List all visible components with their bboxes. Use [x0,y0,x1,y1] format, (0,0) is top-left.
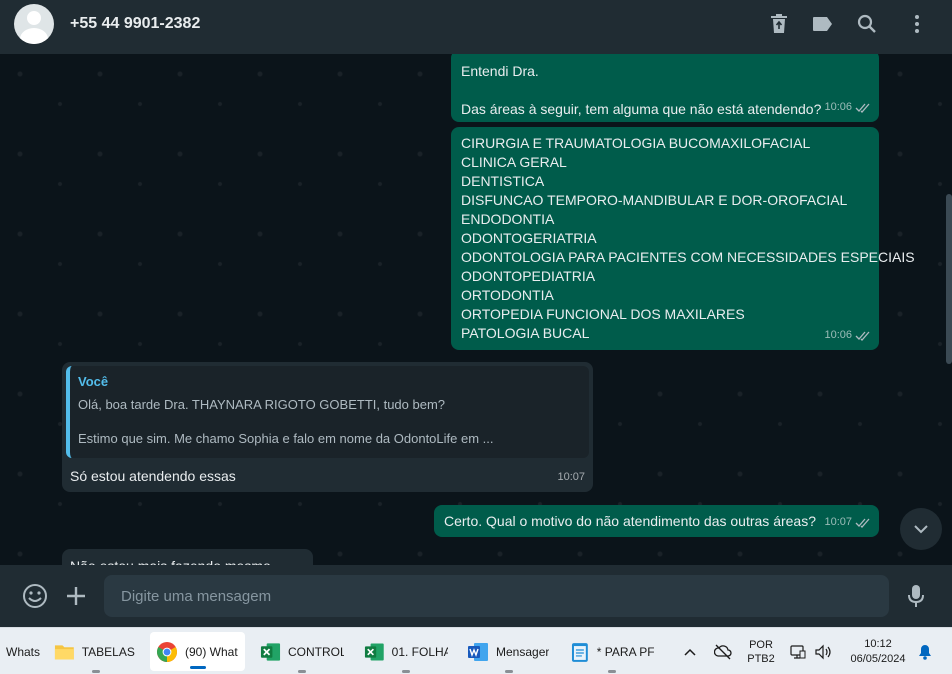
excel-icon [260,642,281,661]
trash-icon[interactable] [767,12,791,36]
taskbar-item-label: * PARA PF [596,644,654,659]
message-bubble-outgoing[interactable]: CIRURGIA E TRAUMATOLOGIA BUCOMAXILOFACIA… [451,127,915,350]
taskbar-item-label: TABELAS / [81,644,138,659]
taskbar-item-label: CONTROL [288,644,344,659]
quote-author: Você [78,374,109,389]
emoji-icon[interactable] [22,583,48,609]
label-icon[interactable] [811,12,835,36]
language-indicator[interactable]: POR PTB2 [745,638,777,666]
chat-area[interactable]: Entendi Dra. Das áreas à seguir, tem alg… [0,54,952,565]
message-meta: 10:06 [824,326,871,345]
message-line: ENDODONTIA [461,211,555,227]
message-line: ODONTOLOGIA PARA PACIENTES COM NECESSIDA… [461,249,915,265]
message-line: ORTODONTIA [461,287,554,303]
quote-text: Estimo que sim. Me chamo Sophia e falo e… [78,431,494,446]
taskbar-item-word[interactable]: Mensager [461,628,557,674]
message-text: Não estou mais fazendo mesmo [70,557,305,565]
system-clock[interactable]: 10:12 06/05/2024 [845,637,911,667]
scroll-down-button[interactable] [900,508,942,550]
chrome-icon [157,641,177,662]
taskbar-item-whatsapp[interactable]: Whats [0,628,48,674]
notification-bell-icon[interactable] [914,628,936,674]
chevron-up-icon[interactable] [680,628,700,674]
display-icon[interactable] [788,628,808,674]
taskbar-item-label: Whats [6,644,41,659]
message-input[interactable] [104,575,889,617]
message-line: DENTISTICA [461,173,545,189]
folder-icon [54,644,74,660]
double-check-icon [855,518,870,528]
network-offline-icon[interactable] [711,628,735,674]
chat-scrollbar[interactable] [946,194,952,364]
taskbar-item-chrome[interactable]: (90) What [150,632,245,671]
taskbar-item-label: Mensager [496,644,550,659]
chat-header: +55 44 9901-2382 [0,0,952,54]
clock-date: 06/05/2024 [850,653,906,665]
message-meta: 10:07 [824,513,871,532]
message-meta: 10:06 [824,98,871,117]
plus-icon[interactable] [63,583,89,609]
search-icon[interactable] [855,12,879,36]
message-text: Certo. Qual o motivo do não atendimento … [444,513,816,529]
excel-icon [364,643,384,660]
message-bubble-incoming[interactable]: Você Olá, boa tarde Dra. THAYNARA RIGOTO… [62,362,593,492]
menu-dots-icon[interactable] [905,12,929,36]
message-composer [0,565,952,627]
volume-icon[interactable] [812,628,834,674]
message-time: 10:06 [824,101,852,113]
message-time: 10:07 [557,471,585,483]
message-meta: 10:07 [557,468,585,487]
message-bubble-outgoing[interactable]: Entendi Dra. Das áreas à seguir, tem alg… [451,54,879,122]
taskbar-item-tabelas[interactable]: TABELAS / [48,628,144,674]
quote-text: Olá, boa tarde Dra. THAYNARA RIGOTO GOBE… [78,397,446,412]
message-text [461,81,869,100]
message-bubble-incoming[interactable]: Não estou mais fazendo mesmo [62,549,313,565]
taskbar-item-label: (90) What [185,644,238,659]
windows-taskbar: Whats TABELAS / (90) What CONTROL 01. FO… [0,627,952,674]
double-check-icon [855,331,870,341]
message-line: ODONTOPEDIATRIA [461,268,596,284]
microphone-icon[interactable] [903,583,929,609]
message-bubble-outgoing[interactable]: Certo. Qual o motivo do não atendimento … [434,505,879,537]
double-check-icon [855,103,870,113]
keyboard-layout: PTB2 [747,653,775,665]
message-time: 10:07 [824,516,852,528]
message-time: 10:06 [824,329,852,341]
notepad-icon [571,642,588,662]
taskbar-item-notepad[interactable]: * PARA PF [564,628,660,674]
word-icon [468,642,488,661]
message-line: DISFUNCAO TEMPORO-MANDIBULAR E DOR-OROFA… [461,192,848,208]
taskbar-item-label: 01. FOLHA [391,644,448,659]
message-line: CIRURGIA E TRAUMATOLOGIA BUCOMAXILOFACIA… [461,135,811,151]
clock-time: 10:12 [864,638,892,650]
chevron-down-icon [914,525,928,534]
taskbar-item-excel-folha[interactable]: 01. FOLHA [358,628,454,674]
message-line: ODONTOGERIATRIA [461,230,597,246]
taskbar-item-excel-control[interactable]: CONTROL [254,628,350,674]
message-line: CLINICA GERAL [461,154,567,170]
message-text: Entendi Dra. [461,63,539,79]
message-line: PATOLOGIA BUCAL [461,325,590,341]
message-line: ORTOPEDIA FUNCIONAL DOS MAXILARES [461,306,745,322]
language-code: POR [749,639,773,651]
contact-name[interactable]: +55 44 9901-2382 [70,15,200,33]
quoted-message[interactable]: Você Olá, boa tarde Dra. THAYNARA RIGOTO… [66,366,589,458]
message-text: Das áreas à seguir, tem alguma que não e… [461,101,822,117]
message-text: Só estou atendendo essas [70,468,236,484]
contact-avatar[interactable] [14,4,54,44]
